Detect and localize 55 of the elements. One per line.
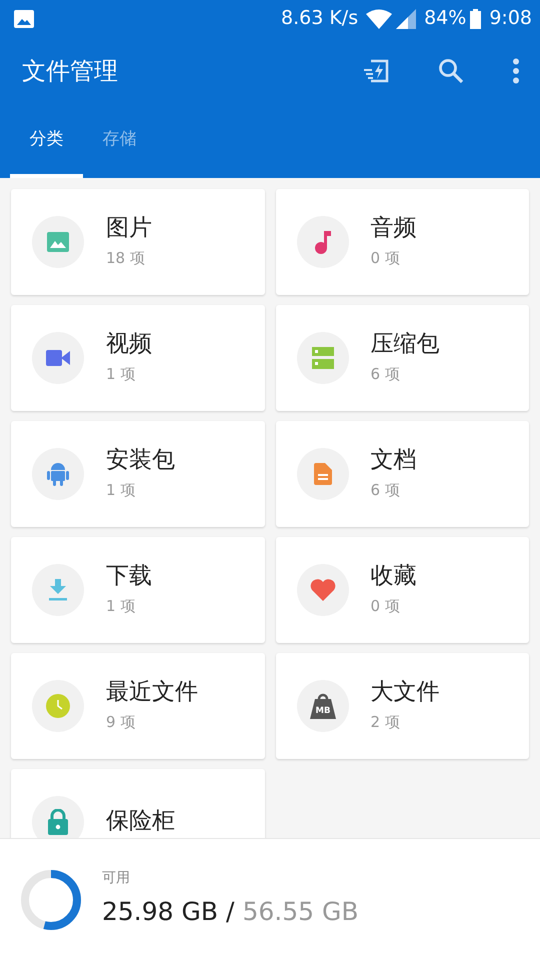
video-camera-icon: [46, 350, 70, 366]
category-name: 压缩包: [370, 330, 440, 359]
category-card[interactable]: 最近文件 9 项: [11, 653, 264, 759]
category-name: 下载: [106, 562, 152, 591]
storage-ring-chart: [20, 868, 82, 930]
app-title: 文件管理: [22, 56, 119, 87]
item-count: 0 项: [370, 596, 401, 617]
category-name: 音频: [370, 214, 416, 243]
category-card[interactable]: 收藏 0 项: [276, 537, 529, 643]
category-card[interactable]: MB 大文件 2 项: [276, 653, 529, 759]
category-name: 最近文件: [106, 678, 198, 707]
item-count: 2 项: [370, 712, 401, 733]
category-card[interactable]: 视频 1 项: [11, 305, 264, 411]
category-card[interactable]: 安装包 1 项: [11, 421, 264, 527]
item-count: 6 项: [370, 364, 401, 385]
category-card[interactable]: 图片 18 项: [11, 189, 264, 295]
category-card[interactable]: 下载 1 项: [11, 537, 264, 643]
item-count: 1 项: [106, 480, 136, 501]
download-icon: [49, 579, 67, 601]
category-name: 保险柜: [106, 808, 175, 836]
image-icon: [47, 232, 69, 252]
clock-icon: [46, 694, 70, 718]
category-card[interactable]: 文档 6 项: [276, 421, 529, 527]
network-speed: 8.63 K/s: [280, 6, 358, 31]
category-name: 安装包: [106, 446, 175, 475]
category-name: 图片: [106, 214, 152, 243]
category-name: 收藏: [370, 562, 416, 591]
available-label: 可用: [102, 869, 131, 888]
item-count: 0 项: [370, 248, 401, 269]
category-card[interactable]: 保险柜: [11, 769, 264, 838]
android-icon: [47, 462, 69, 486]
item-count: 6 项: [370, 480, 401, 501]
more-menu-icon[interactable]: [512, 58, 520, 84]
category-card[interactable]: 音频 0 项: [276, 189, 529, 295]
category-card[interactable]: 压缩包 6 项: [276, 305, 529, 411]
battery-percent: 84%: [424, 6, 466, 31]
total-space: 56.55 GB: [242, 896, 359, 928]
archive-icon: [312, 347, 334, 369]
transfer-icon[interactable]: [362, 58, 390, 84]
document-icon: [314, 463, 332, 485]
item-count: 18 项: [106, 248, 146, 269]
search-icon[interactable]: [438, 58, 464, 84]
lock-icon: [48, 809, 68, 835]
item-count: 1 项: [106, 596, 136, 617]
tab[interactable]: 分类: [10, 106, 83, 178]
item-count: 9 项: [106, 712, 136, 733]
category-name: 大文件: [370, 678, 440, 707]
clock: 9:08: [489, 6, 532, 31]
music-note-icon: [314, 230, 330, 254]
item-count: 1 项: [106, 364, 136, 385]
free-space: 25.98 GB: [102, 896, 218, 928]
heart-icon: [310, 579, 336, 601]
separator: /: [226, 896, 234, 928]
category-name: 文档: [370, 446, 416, 475]
category-name: 视频: [106, 330, 152, 359]
